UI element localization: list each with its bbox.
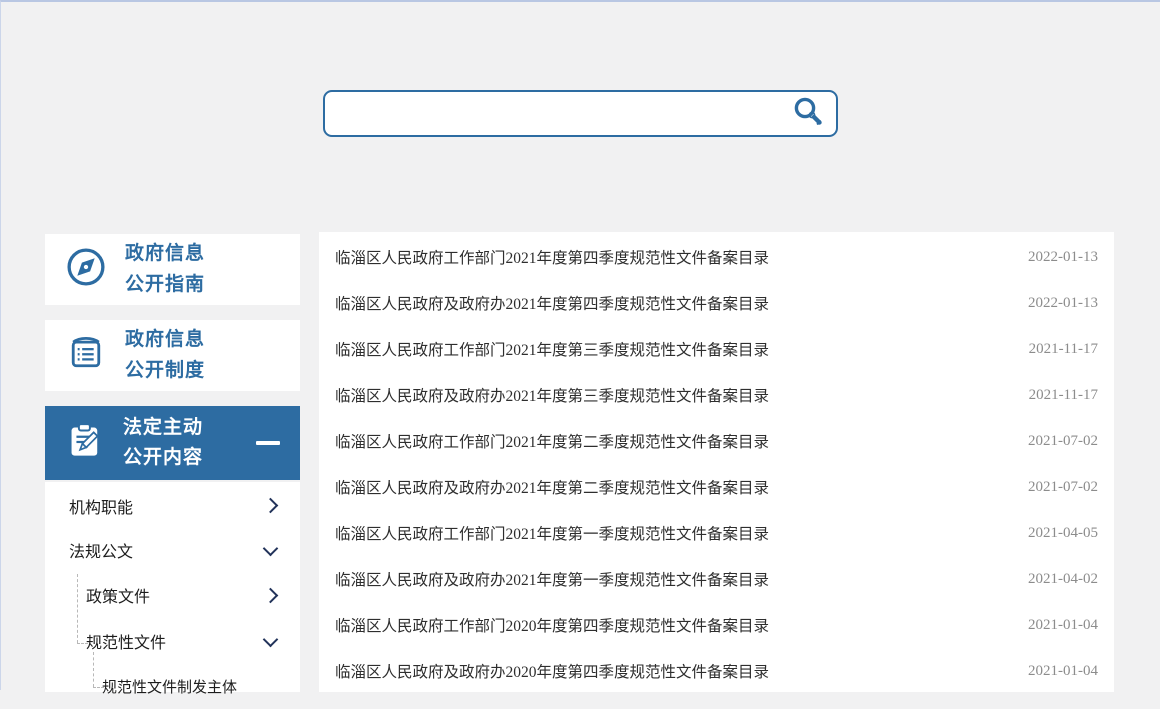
sidebar-item-statutory-disclosure[interactable]: 法定主动 公开内容 xyxy=(45,406,300,480)
search-button[interactable] xyxy=(790,92,836,135)
submenu-item-label: 法规公文 xyxy=(69,538,133,562)
document-list: 临淄区人民政府工作部门2021年度第四季度规范性文件备案目录 2022-01-13… xyxy=(319,232,1114,692)
document-date: 2022-01-13 xyxy=(1028,295,1098,312)
document-date: 2021-07-02 xyxy=(1028,479,1098,496)
document-date: 2022-01-13 xyxy=(1028,249,1098,266)
list-item[interactable]: 临淄区人民政府及政府办2021年度第四季度规范性文件备案目录 2022-01-13 xyxy=(319,280,1114,326)
document-date: 2021-11-17 xyxy=(1029,341,1098,358)
chevron-right-icon xyxy=(263,587,279,603)
list-item[interactable]: 临淄区人民政府及政府办2021年度第三季度规范性文件备案目录 2021-11-17 xyxy=(319,372,1114,418)
submenu-item-policy-documents[interactable]: 政策文件 xyxy=(45,571,300,619)
search-input[interactable] xyxy=(325,92,790,135)
sidebar-item-disclosure-system[interactable]: 政府信息 公开制度 xyxy=(45,320,300,391)
list-item[interactable]: 临淄区人民政府及政府办2021年度第一季度规范性文件备案目录 2021-04-02 xyxy=(319,556,1114,602)
document-title-link[interactable]: 临淄区人民政府工作部门2021年度第四季度规范性文件备案目录 xyxy=(335,246,769,268)
list-item[interactable]: 临淄区人民政府工作部门2020年度第四季度规范性文件备案目录 2021-01-04 xyxy=(319,602,1114,648)
list-item[interactable]: 临淄区人民政府工作部门2021年度第三季度规范性文件备案目录 2021-11-17 xyxy=(319,326,1114,372)
search-icon xyxy=(791,95,825,132)
collapse-minus-icon[interactable] xyxy=(256,441,280,445)
list-item[interactable]: 临淄区人民政府及政府办2020年度第四季度规范性文件备案目录 2021-01-04 xyxy=(319,648,1114,694)
chevron-right-icon xyxy=(263,498,279,514)
chevron-down-icon xyxy=(263,631,279,647)
submenu-item-laws-documents[interactable]: 法规公文 xyxy=(45,529,300,571)
document-date: 2021-04-05 xyxy=(1028,525,1098,542)
notebook-icon xyxy=(63,330,109,381)
submenu-item-normative-documents[interactable]: 规范性文件 xyxy=(45,619,300,663)
sidebar-item-label: 政府信息 公开制度 xyxy=(125,325,205,386)
submenu-item-label: 机构职能 xyxy=(69,494,133,518)
document-date: 2021-01-04 xyxy=(1028,663,1098,680)
sidebar: 政府信息 公开指南 政府信息 公开制度 xyxy=(45,234,300,480)
document-title-link[interactable]: 临淄区人民政府及政府办2021年度第二季度规范性文件备案目录 xyxy=(335,476,769,498)
document-title-link[interactable]: 临淄区人民政府工作部门2021年度第一季度规范性文件备案目录 xyxy=(335,522,769,544)
document-title-link[interactable]: 临淄区人民政府及政府办2021年度第三季度规范性文件备案目录 xyxy=(335,384,769,406)
submenu-item-label: 政策文件 xyxy=(86,583,150,607)
document-title-link[interactable]: 临淄区人民政府及政府办2020年度第四季度规范性文件备案目录 xyxy=(335,660,769,682)
submenu-item-agency-functions[interactable]: 机构职能 xyxy=(45,482,300,529)
compass-icon xyxy=(63,244,109,295)
chevron-down-icon xyxy=(263,540,279,556)
document-title-link[interactable]: 临淄区人民政府工作部门2021年度第二季度规范性文件备案目录 xyxy=(335,430,769,452)
search-bar xyxy=(323,90,838,137)
list-item[interactable]: 临淄区人民政府工作部门2021年度第一季度规范性文件备案目录 2021-04-05 xyxy=(319,510,1114,556)
sidebar-item-disclosure-guide[interactable]: 政府信息 公开指南 xyxy=(45,234,300,305)
document-date: 2021-01-04 xyxy=(1028,617,1098,634)
document-title-link[interactable]: 临淄区人民政府工作部门2020年度第四季度规范性文件备案目录 xyxy=(335,614,769,636)
document-date: 2021-04-02 xyxy=(1028,571,1098,588)
document-date: 2021-11-17 xyxy=(1029,387,1098,404)
document-title-link[interactable]: 临淄区人民政府工作部门2021年度第三季度规范性文件备案目录 xyxy=(335,338,769,360)
submenu-item-normative-doc-issuers[interactable]: 规范性文件制发主体 xyxy=(45,663,300,709)
list-item[interactable]: 临淄区人民政府工作部门2021年度第四季度规范性文件备案目录 2022-01-13 xyxy=(319,234,1114,280)
document-title-link[interactable]: 临淄区人民政府及政府办2021年度第一季度规范性文件备案目录 xyxy=(335,568,769,590)
list-item[interactable]: 临淄区人民政府工作部门2021年度第二季度规范性文件备案目录 2021-07-02 xyxy=(319,418,1114,464)
document-date: 2021-07-02 xyxy=(1028,433,1098,450)
clipboard-pencil-icon xyxy=(63,419,107,468)
sidebar-item-label: 法定主动 公开内容 xyxy=(123,413,203,474)
submenu-item-label: 规范性文件制发主体 xyxy=(102,676,237,697)
list-item[interactable]: 临淄区人民政府及政府办2021年度第二季度规范性文件备案目录 2021-07-02 xyxy=(319,464,1114,510)
sidebar-item-label: 政府信息 公开指南 xyxy=(125,239,205,300)
document-title-link[interactable]: 临淄区人民政府及政府办2021年度第四季度规范性文件备案目录 xyxy=(335,292,769,314)
submenu-item-label: 规范性文件 xyxy=(86,629,166,653)
sidebar-submenu: 机构职能 法规公文 政策文件 规范性文件 规范性文件制发主体 xyxy=(45,482,300,692)
